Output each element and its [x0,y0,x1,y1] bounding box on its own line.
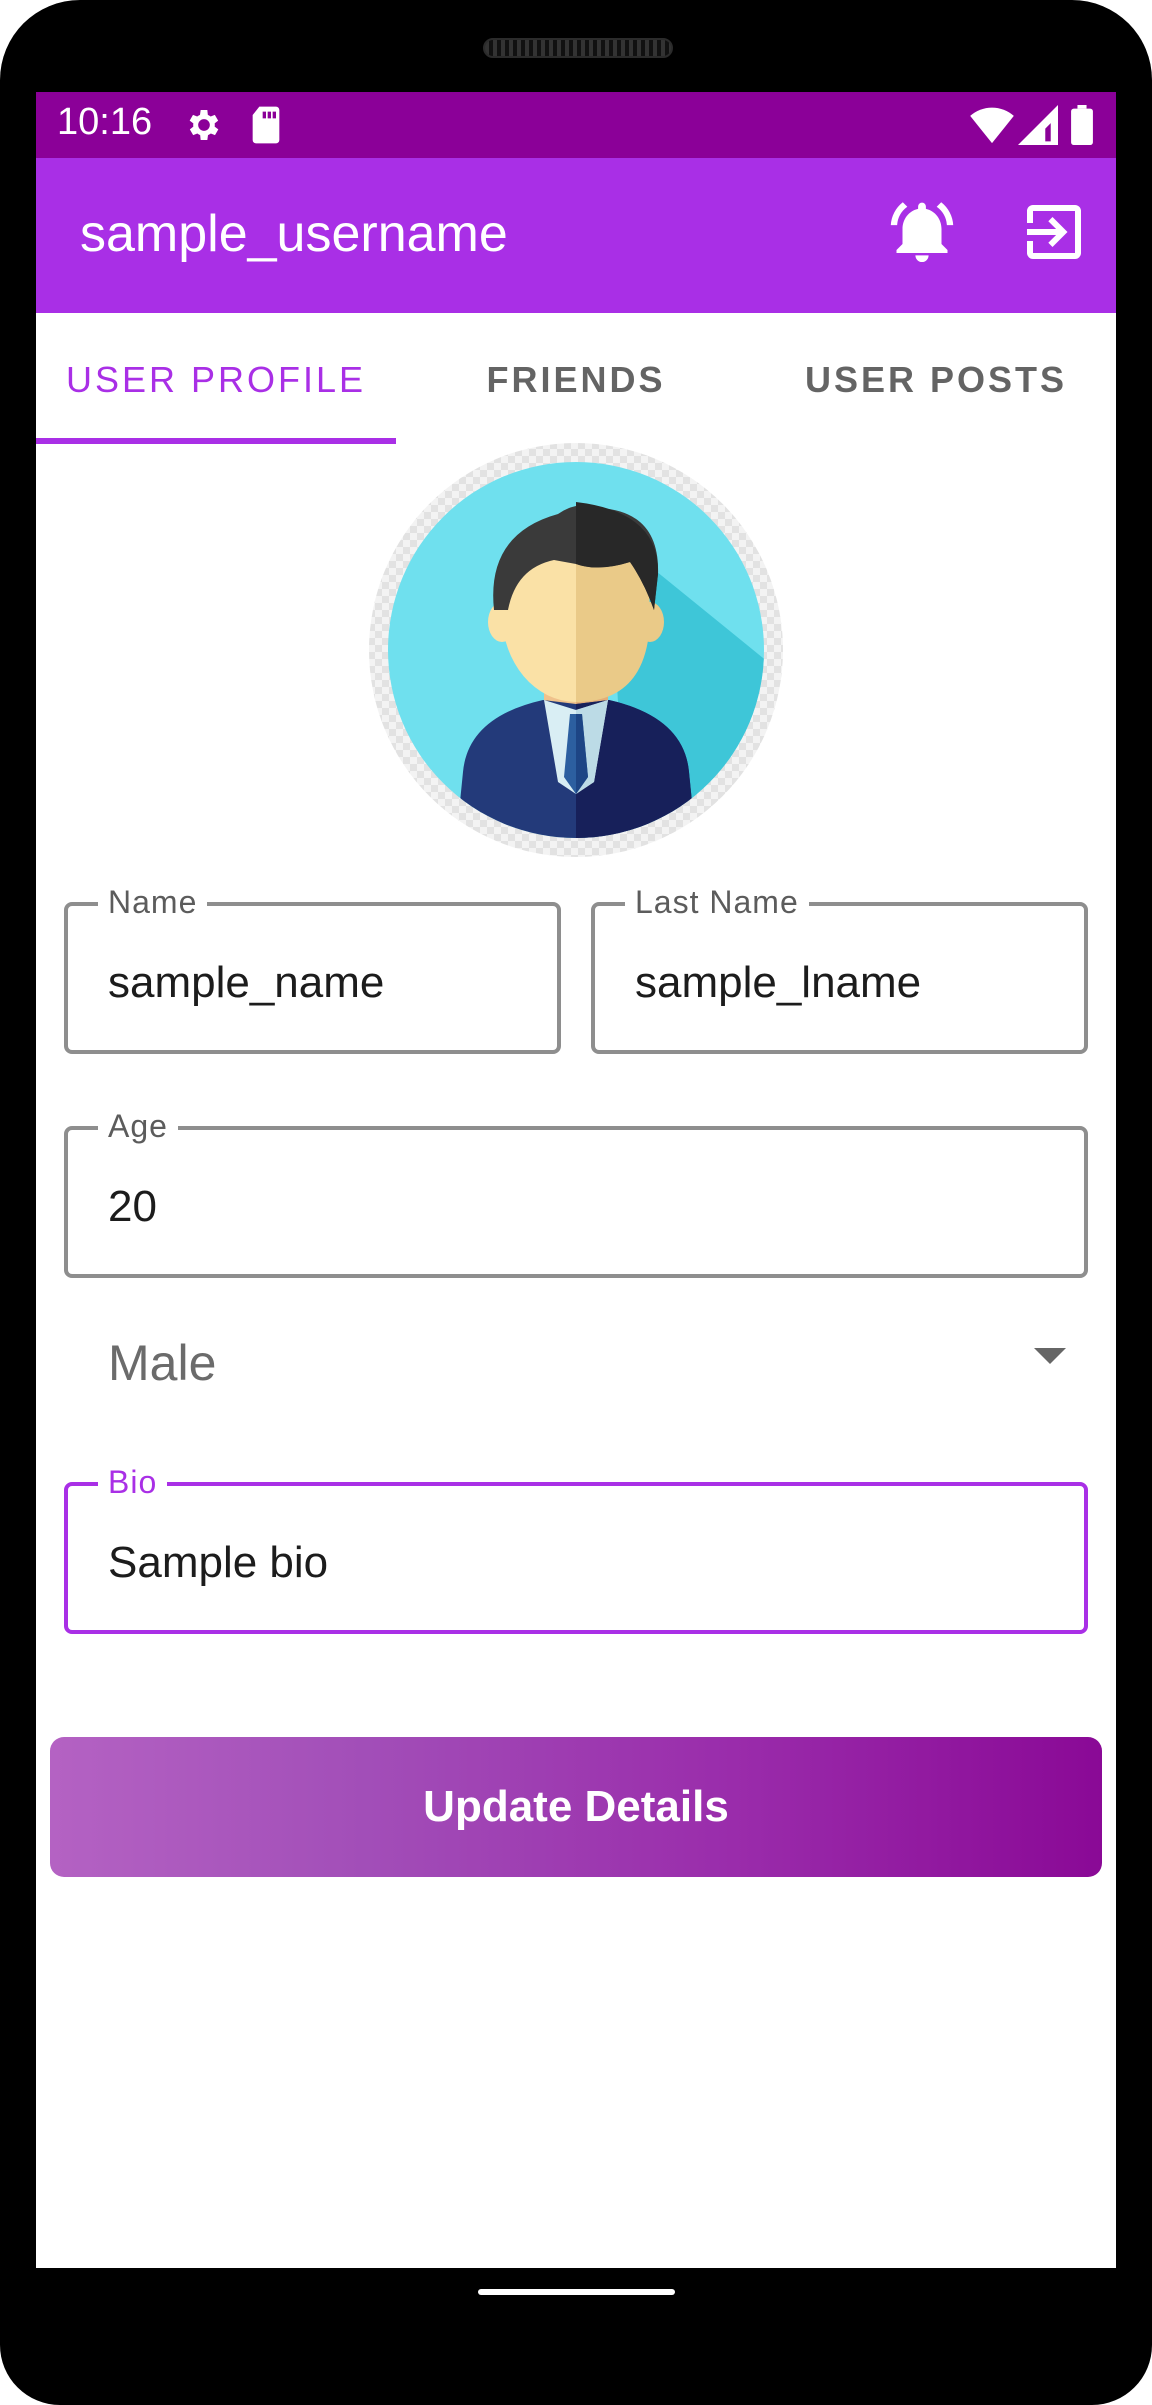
name-label: Name [98,884,208,921]
bio-field[interactable]: Bio Sample bio [64,1464,1088,1634]
home-indicator[interactable] [478,2289,675,2295]
update-details-button[interactable]: Update Details [50,1737,1102,1877]
tab-indicator [36,438,396,444]
battery-icon [1070,105,1094,150]
dropdown-arrow-icon [1032,1346,1068,1371]
gender-value: Male [108,1335,217,1391]
last-name-value: sample_lname [635,958,922,1007]
gender-dropdown[interactable]: Male [64,1302,1084,1422]
app-screen: 10:16 sample_username USER PROFILE FRIEN… [36,92,1116,2268]
phone-frame: 10:16 sample_username USER PROFILE FRIEN… [0,0,1152,2405]
logout-icon[interactable] [1018,196,1090,268]
name-field[interactable]: Name sample_name [64,884,561,1054]
age-value: 20 [108,1182,157,1231]
tab-user-profile[interactable]: USER PROFILE [36,313,396,446]
app-bar: sample_username [36,158,1116,313]
tab-friends[interactable]: FRIENDS [396,313,756,446]
alarm-bell-icon[interactable] [886,196,958,268]
earpiece-speaker [483,38,673,58]
age-field[interactable]: Age 20 [64,1108,1088,1278]
name-value: sample_name [108,958,385,1007]
status-bar: 10:16 [36,92,1116,158]
age-label: Age [98,1108,178,1145]
last-name-field[interactable]: Last Name sample_lname [591,884,1088,1054]
gear-icon [184,105,224,150]
sd-card-icon [248,105,284,150]
wifi-icon [970,105,1014,150]
tab-bar: USER PROFILE FRIENDS USER POSTS [36,313,1116,446]
signal-icon [1018,105,1058,150]
tab-user-posts[interactable]: USER POSTS [756,313,1116,446]
bio-label: Bio [98,1464,168,1501]
status-time: 10:16 [57,101,153,143]
last-name-label: Last Name [625,884,809,921]
app-title: sample_username [80,205,508,263]
user-avatar-icon[interactable] [368,442,784,858]
bio-value: Sample bio [108,1538,329,1587]
